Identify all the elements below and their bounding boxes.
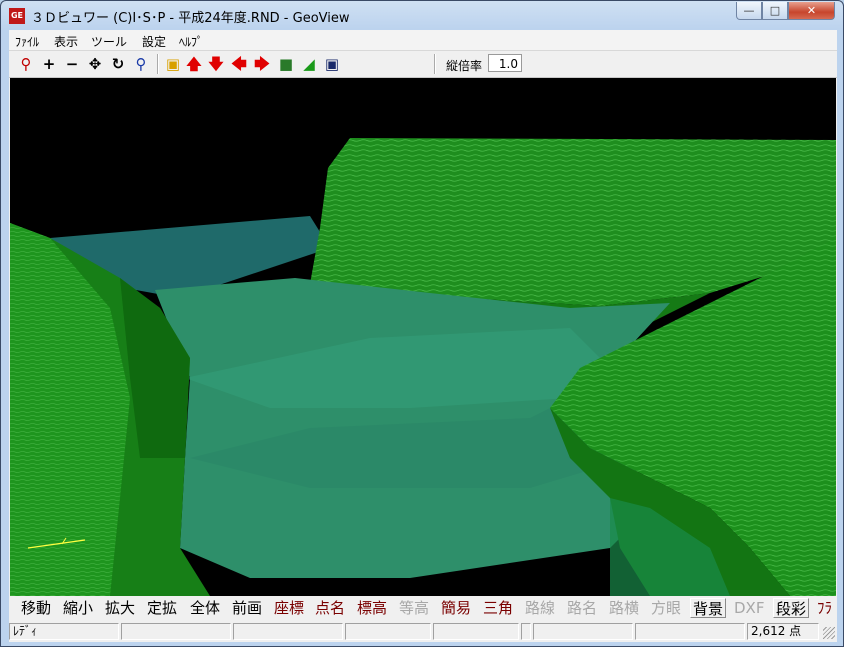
close-button[interactable]: ✕	[788, 2, 835, 20]
status-panel	[433, 623, 519, 640]
cube-icon[interactable]: ▣	[164, 55, 182, 73]
status-point-count: 2,612 点	[747, 623, 819, 640]
search-zoom-icon[interactable]: ⚲	[17, 55, 35, 73]
toolbar-separator	[157, 54, 159, 74]
vertical-scale-label: 縦倍率	[446, 59, 483, 73]
title-bar[interactable]: GE ３Ｄビュワー (C)I･S･P - 平成24年度.RND - GeoVie…	[1, 1, 843, 29]
status-panel	[121, 623, 231, 640]
vertical-scale-input[interactable]: 1.0	[488, 54, 522, 72]
arrow-left-icon[interactable]: 🡄	[230, 55, 248, 73]
toolbar-separator	[434, 54, 436, 74]
move-arrows-icon[interactable]: ✥	[86, 55, 104, 73]
minus-icon[interactable]: −	[63, 55, 81, 73]
geoview-app-icon[interactable]: GE	[9, 8, 25, 24]
window-icon[interactable]: ▣	[323, 55, 341, 73]
app-window: GE ３Ｄビュワー (C)I･S･P - 平成24年度.RND - GeoVie…	[0, 0, 844, 647]
cmd-fla[interactable]: ﾌﾗ	[817, 598, 832, 618]
cmd-grid: 方眼	[651, 599, 682, 617]
cmd-simple[interactable]: 簡易	[441, 598, 471, 618]
3d-viewport[interactable]	[10, 78, 836, 596]
box-view-icon[interactable]: ■	[277, 55, 295, 73]
status-panel	[521, 623, 531, 640]
cmd-fixed-zoom[interactable]: 定拡	[147, 598, 177, 618]
cmd-route-cross: 路横	[609, 599, 640, 617]
cmd-coordinates[interactable]: 座標	[274, 598, 304, 618]
plus-icon[interactable]: +	[40, 55, 58, 73]
status-bar: ﾚﾃﾞｨ 2,612 点	[9, 621, 837, 642]
window-title: ３Ｄビュワー (C)I･S･P - 平成24年度.RND - GeoView	[31, 11, 350, 26]
cmd-full-view[interactable]: 全体	[190, 598, 220, 618]
status-panel	[533, 623, 633, 640]
menu-view[interactable]: 表示	[54, 33, 78, 50]
resize-grip-icon[interactable]	[823, 627, 835, 639]
menu-tools[interactable]: ツール	[91, 33, 127, 50]
terrain-render	[10, 78, 836, 596]
arrow-down-icon[interactable]: 🡇	[207, 55, 225, 73]
cmd-route-line: 路線	[525, 599, 556, 617]
status-panel	[345, 623, 431, 640]
cmd-shrink[interactable]: 縮小	[63, 598, 93, 618]
status-panel	[635, 623, 745, 640]
cmd-background[interactable]: 背景	[690, 598, 727, 618]
cmd-point-name[interactable]: 点名	[315, 598, 345, 618]
arrow-right-icon[interactable]: 🡆	[253, 55, 271, 73]
cmd-triangle[interactable]: 三角	[483, 598, 513, 618]
cmd-route-name: 路名	[567, 599, 598, 617]
rotate-icon[interactable]: ↻	[109, 55, 127, 73]
cmd-contour: 等高	[399, 599, 430, 617]
maximize-button[interactable]: □	[762, 2, 788, 20]
client-area: ﾌｧｲﾙ 表示 ツール 設定 ﾍﾙﾌﾟ ⚲ + − ✥ ↻ ⚲ ▣ 🡅 🡇 🡄 …	[9, 30, 837, 642]
cmd-previous[interactable]: 前画	[232, 598, 262, 618]
menu-file[interactable]: ﾌｧｲﾙ	[15, 33, 39, 50]
status-ready: ﾚﾃﾞｨ	[9, 623, 119, 640]
menu-settings[interactable]: 設定	[142, 33, 166, 50]
cmd-enlarge[interactable]: 拡大	[105, 598, 135, 618]
zoom-region-icon[interactable]: ⚲	[132, 55, 150, 73]
cmd-elevation[interactable]: 標高	[357, 598, 387, 618]
arrow-up-icon[interactable]: 🡅	[185, 55, 203, 73]
minimize-button[interactable]: —	[736, 2, 762, 20]
cmd-dxf: DXF	[734, 599, 765, 617]
toolbar: ⚲ + − ✥ ↻ ⚲ ▣ 🡅 🡇 🡄 🡆 ■ ◢ ▣ 縦倍率 1.0	[9, 51, 837, 78]
command-bar: 移動 縮小 拡大 定拡 全体 前画 座標 点名 標高 等高 簡易 三角 路線 路…	[9, 596, 837, 620]
cmd-color-bands[interactable]: 段彩	[773, 598, 810, 618]
status-panel	[233, 623, 343, 640]
cmd-move[interactable]: 移動	[21, 598, 51, 618]
axis-icon[interactable]: ◢	[300, 55, 318, 73]
menu-help[interactable]: ﾍﾙﾌﾟ	[179, 33, 203, 50]
menu-bar: ﾌｧｲﾙ 表示 ツール 設定 ﾍﾙﾌﾟ	[9, 30, 837, 51]
